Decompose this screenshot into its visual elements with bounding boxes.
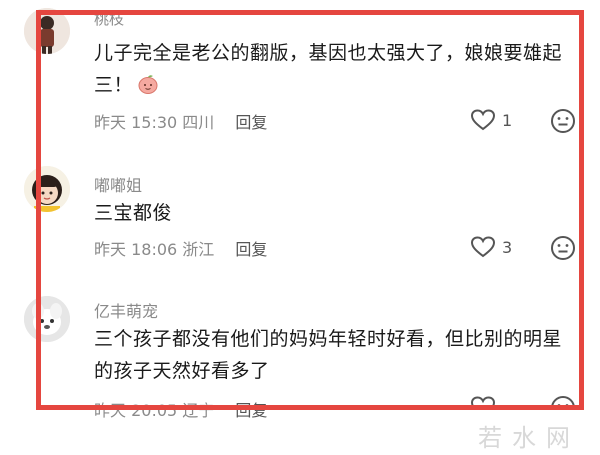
like-button[interactable]: 1: [470, 107, 512, 133]
comment-text-content: 三宝都俊: [94, 202, 173, 224]
like-button[interactable]: 3: [470, 234, 512, 260]
avatar[interactable]: [24, 296, 70, 342]
comment-location: 辽宁: [182, 401, 215, 420]
comment-location: 浙江: [182, 240, 215, 259]
comment-text: 三宝都俊: [94, 197, 564, 229]
meh-face-icon: [551, 109, 575, 133]
comment-text-content: 儿子完全是老公的翻版，基因也太强大了，娘娘要雄起三！: [94, 42, 563, 96]
comment-time: 昨天 15:30: [94, 113, 178, 132]
reply-button[interactable]: 回复: [235, 113, 267, 132]
like-count: 1: [502, 110, 513, 130]
comment-meta: 昨天 15:30 四川 回复: [94, 109, 267, 133]
peach-emoji-icon: [137, 73, 159, 95]
comment-username[interactable]: 嘟嘟姐: [94, 172, 142, 196]
comment-text: 儿子完全是老公的翻版，基因也太强大了，娘娘要雄起三！: [94, 37, 564, 101]
comment-location: 四川: [182, 113, 215, 132]
comment-username[interactable]: 亿丰萌宠: [94, 298, 158, 322]
reply-button[interactable]: 回复: [235, 401, 267, 420]
meh-face-icon: [551, 236, 575, 260]
comment-time: 昨天 20:05: [94, 401, 178, 420]
dislike-button[interactable]: [550, 108, 576, 134]
heart-icon: [470, 109, 496, 131]
comment-meta: 昨天 20:05 辽宁 回复: [94, 397, 267, 421]
reply-button[interactable]: 回复: [235, 240, 267, 259]
comment-meta: 昨天 18:06 浙江 回复: [94, 236, 267, 260]
avatar[interactable]: [24, 8, 70, 54]
site-watermark: 若水网: [478, 424, 580, 452]
comment-text: 三个孩子都没有他们的妈妈年轻时好看，但比别的明星的孩子天然好看多了: [94, 323, 564, 387]
heart-icon: [470, 236, 496, 258]
avatar[interactable]: [24, 166, 70, 212]
like-count: 3: [502, 237, 513, 257]
comment-text-content: 三个孩子都没有他们的妈妈年轻时好看，但比别的明星的孩子天然好看多了: [94, 328, 563, 382]
dislike-button[interactable]: [550, 235, 576, 261]
comment-username[interactable]: 桃枝: [94, 8, 124, 29]
comment-time: 昨天 18:06: [94, 240, 178, 259]
comment-list-screenshot: 桃枝 儿子完全是老公的翻版，基因也太强大了，娘娘要雄起三！ 昨天 15:30 四…: [0, 0, 600, 455]
